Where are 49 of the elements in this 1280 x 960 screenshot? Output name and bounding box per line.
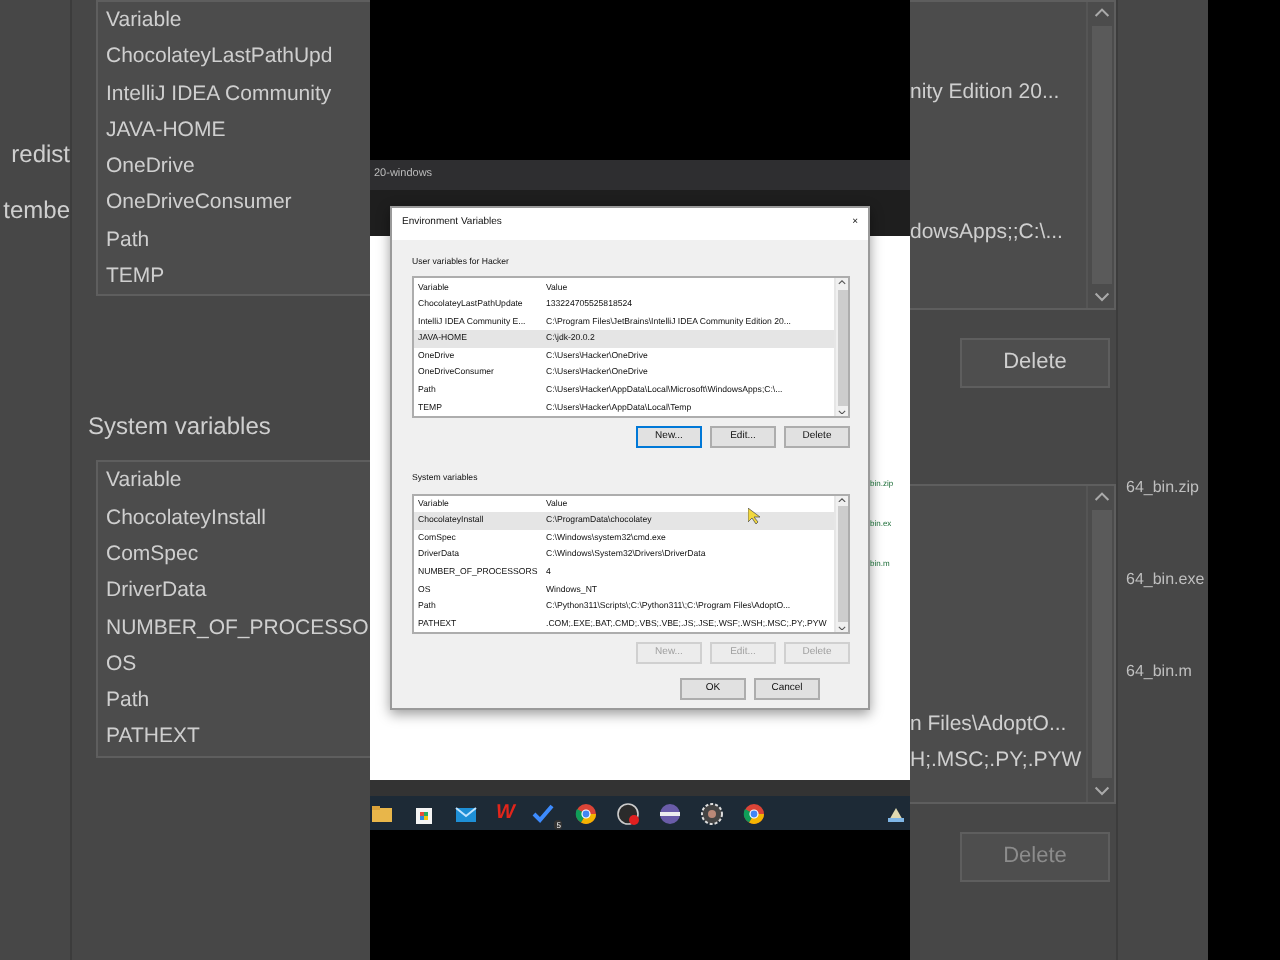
variable-value: dowsApps;;C:\... xyxy=(910,217,1065,248)
variable-name: ChocolateyInstall xyxy=(106,503,266,534)
tray-icon[interactable] xyxy=(886,803,906,823)
file-link[interactable]: 64_bin.exe xyxy=(1126,568,1205,592)
variable-name: Path xyxy=(106,225,150,256)
variable-name: ChocolateyLastPathUpd xyxy=(106,42,333,73)
scrollbar[interactable] xyxy=(1086,486,1114,802)
mail-icon[interactable] xyxy=(454,801,478,825)
variable-name: OneDrive xyxy=(106,152,195,183)
text-fragment: tembe xyxy=(3,194,70,228)
scroll-down-icon[interactable] xyxy=(1093,786,1109,796)
variable-value: nity Edition 20... xyxy=(910,78,1062,108)
variable-name: DriverData xyxy=(106,576,207,607)
column-header: Variable xyxy=(106,6,182,36)
list-box[interactable] xyxy=(412,493,850,635)
scroll-down-icon[interactable] xyxy=(1093,292,1109,302)
variable-name: OneDriveConsumer xyxy=(106,188,292,219)
folder-icon[interactable] xyxy=(370,801,394,825)
scroll-up-icon[interactable] xyxy=(838,280,846,286)
variable-name: IntelliJ IDEA Community xyxy=(106,79,332,110)
dial-icon[interactable] xyxy=(616,801,641,825)
variable-name: ComSpec xyxy=(106,539,199,570)
column-header: Variable xyxy=(106,466,182,497)
variable-name: TEMP xyxy=(106,262,165,293)
circle-icon[interactable] xyxy=(658,801,683,825)
scroll-down-icon[interactable] xyxy=(838,625,846,631)
text-fragment: redist xyxy=(11,138,70,172)
scrollbar[interactable] xyxy=(1086,2,1114,308)
variable-value: H;.MSC;.PY;.PYW xyxy=(910,745,1084,776)
variable-value: n Files\AdoptO... xyxy=(910,710,1069,740)
variable-name: OS xyxy=(106,649,137,680)
gear-icon[interactable] xyxy=(700,801,725,825)
variable-name: JAVA-HOME xyxy=(106,115,226,146)
browser-icon[interactable] xyxy=(574,801,599,825)
list-box[interactable] xyxy=(412,276,850,419)
file-link[interactable]: 64_bin.zip xyxy=(1126,476,1199,500)
check-icon[interactable] xyxy=(532,801,557,825)
variable-name: Path xyxy=(106,686,150,717)
file-link[interactable]: 64_bin.m xyxy=(1126,660,1192,684)
delete-button[interactable]: Delete xyxy=(960,338,1110,388)
variable-name: NUMBER_OF_PROCESSO xyxy=(106,613,369,644)
variable-name: PATHEXT xyxy=(106,722,200,753)
scroll-up-icon[interactable] xyxy=(1093,492,1109,502)
scroll-down-icon[interactable] xyxy=(838,409,846,415)
scroll-up-icon[interactable] xyxy=(1093,8,1109,18)
browser-icon[interactable] xyxy=(742,801,767,825)
group-label: System variables xyxy=(88,410,273,445)
scroll-up-icon[interactable] xyxy=(838,497,846,503)
cursor-icon xyxy=(748,508,760,524)
